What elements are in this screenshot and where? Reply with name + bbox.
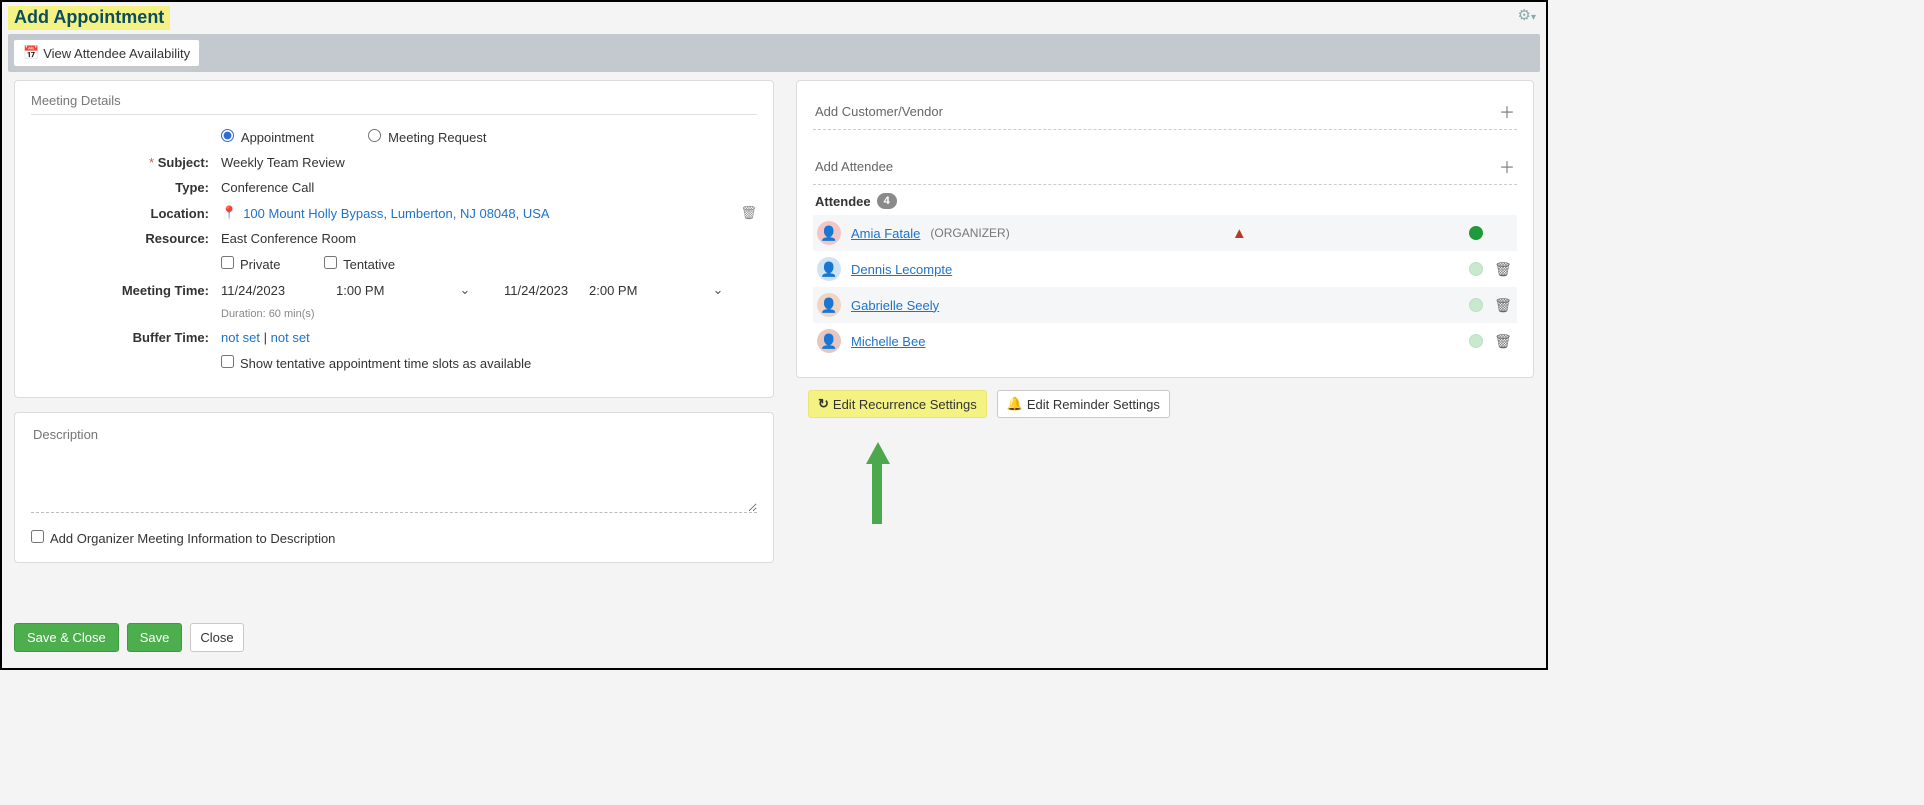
attendee-row: 👤 Gabrielle Seely 🗑 — [813, 287, 1517, 323]
status-dot — [1469, 334, 1483, 348]
tentative-checkbox[interactable]: Tentative — [324, 257, 395, 272]
buffer-after-link[interactable]: not set — [271, 330, 310, 345]
page-title: Add Appointment — [8, 6, 170, 30]
avatar: 👤 — [817, 293, 841, 317]
private-checkbox[interactable]: Private — [221, 257, 284, 272]
view-availability-button[interactable]: 📅 View Attendee Availability — [13, 39, 200, 67]
attendee-row: 👤 Amia Fatale (ORGANIZER) ▲ — [813, 215, 1517, 251]
view-availability-label: View Attendee Availability — [43, 46, 190, 61]
buffer-sep: | — [264, 330, 271, 345]
warning-icon: ▲ — [1232, 225, 1247, 242]
status-dot — [1469, 298, 1483, 312]
duration-text: Duration: 60 min(s) — [221, 308, 757, 320]
gear-icon[interactable]: ⚙▾ — [1518, 6, 1540, 24]
buffer-before-link[interactable]: not set — [221, 330, 260, 345]
type-value[interactable]: Conference Call — [221, 180, 757, 195]
close-button[interactable]: Close — [190, 623, 243, 652]
calendar-icon: 📅 — [23, 45, 39, 61]
location-label: Location: — [31, 206, 221, 221]
end-date[interactable]: 11/24/2023 — [504, 283, 589, 298]
type-label: Type: — [31, 180, 221, 195]
meeting-request-radio[interactable]: Meeting Request — [368, 130, 487, 145]
meeting-details-heading: Meeting Details — [31, 91, 757, 115]
edit-reminder-button[interactable]: 🔔 Edit Reminder Settings — [997, 390, 1170, 418]
save-close-button[interactable]: Save & Close — [14, 623, 119, 652]
meeting-request-radio-label: Meeting Request — [388, 130, 486, 145]
appointment-radio[interactable]: Appointment — [221, 130, 318, 145]
appointment-radio-label: Appointment — [241, 130, 314, 145]
toolbar: 📅 View Attendee Availability — [8, 34, 1540, 72]
attendee-name-link[interactable]: Amia Fatale — [851, 226, 920, 241]
bell-icon: 🔔 — [1007, 396, 1023, 412]
tentative-label: Tentative — [343, 257, 395, 272]
remove-attendee-icon[interactable]: 🗑 — [1493, 297, 1513, 314]
location-pin-icon: 📍 — [221, 205, 237, 221]
subject-label: Subject: — [31, 155, 221, 170]
plus-icon-2[interactable]: ＋ — [1499, 154, 1515, 178]
save-button[interactable]: Save — [127, 623, 183, 652]
avatar: 👤 — [817, 221, 841, 245]
attendee-name-link[interactable]: Dennis Lecompte — [851, 262, 952, 277]
attendee-row: 👤 Michelle Bee 🗑 — [813, 323, 1517, 359]
remove-attendee-icon[interactable]: 🗑 — [1493, 333, 1513, 350]
show-tentative-label: Show tentative appointment time slots as… — [240, 356, 531, 371]
refresh-icon: ↻ — [818, 396, 829, 412]
meeting-details-card: Meeting Details Appointment Meeting Requ… — [14, 80, 774, 398]
buffer-time-label: Buffer Time: — [31, 330, 221, 345]
remove-attendee-icon[interactable]: 🗑 — [1493, 261, 1513, 278]
edit-recurrence-label: Edit Recurrence Settings — [833, 397, 977, 412]
status-dot — [1469, 262, 1483, 276]
meeting-time-label: Meeting Time: — [31, 283, 221, 298]
subject-value[interactable]: Weekly Team Review — [221, 155, 757, 170]
add-customer-vendor-row[interactable]: Add Customer/Vendor ＋ — [813, 93, 1517, 130]
location-delete-icon[interactable]: 🗑 — [740, 205, 757, 221]
add-attendee-row[interactable]: Add Attendee ＋ — [813, 148, 1517, 185]
location-link[interactable]: 100 Mount Holly Bypass, Lumberton, NJ 08… — [243, 206, 549, 221]
resource-value[interactable]: East Conference Room — [221, 231, 757, 246]
start-date[interactable]: 11/24/2023 — [221, 283, 336, 298]
add-organizer-info-label: Add Organizer Meeting Information to Des… — [50, 531, 335, 546]
attendee-name-link[interactable]: Gabrielle Seely — [851, 298, 939, 313]
avatar: 👤 — [817, 257, 841, 281]
attendee-count-badge: 4 — [877, 193, 897, 209]
attendee-name-link[interactable]: Michelle Bee — [851, 334, 925, 349]
add-attendee-label: Add Attendee — [815, 159, 893, 174]
edit-reminder-label: Edit Reminder Settings — [1027, 397, 1160, 412]
private-label: Private — [240, 257, 280, 272]
edit-recurrence-button[interactable]: ↻ Edit Recurrence Settings — [808, 390, 987, 418]
add-organizer-info-checkbox[interactable]: Add Organizer Meeting Information to Des… — [31, 531, 335, 546]
organizer-tag: (ORGANIZER) — [930, 226, 1009, 240]
plus-icon[interactable]: ＋ — [1499, 99, 1515, 123]
attendee-row: 👤 Dennis Lecompte 🗑 — [813, 251, 1517, 287]
add-customer-vendor-label: Add Customer/Vendor — [815, 104, 943, 119]
status-dot — [1469, 226, 1483, 240]
chevron-down-icon[interactable]: ⌄ — [456, 282, 474, 298]
description-card: Add Organizer Meeting Information to Des… — [14, 412, 774, 563]
description-textarea[interactable] — [31, 423, 757, 513]
resource-label: Resource: — [31, 231, 221, 246]
show-tentative-checkbox[interactable]: Show tentative appointment time slots as… — [221, 356, 531, 371]
attendee-heading: Attendee — [815, 194, 871, 209]
avatar: 👤 — [817, 329, 841, 353]
chevron-down-icon-2[interactable]: ⌄ — [709, 282, 727, 298]
attendee-card: Add Customer/Vendor ＋ Add Attendee ＋ Att… — [796, 80, 1534, 378]
